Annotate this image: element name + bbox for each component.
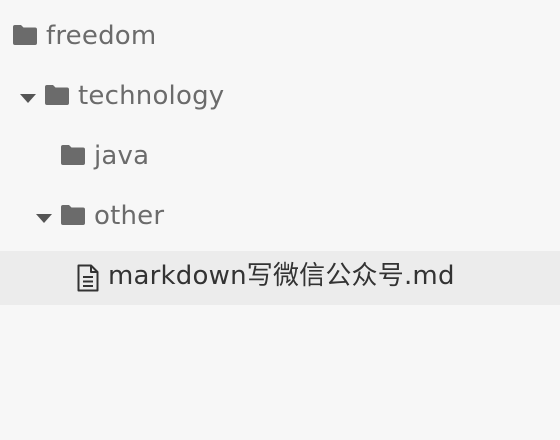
folder-icon [12,24,38,46]
tree-item-freedom[interactable]: freedom [0,8,560,68]
tree-item-label: markdown写微信公众号.md [108,261,455,291]
tree-item-java[interactable]: java [0,128,560,188]
tree-item-label: other [94,201,165,231]
tree-item-markdown-file[interactable]: markdown写微信公众号.md [0,251,560,305]
tree-item-label: technology [78,81,225,111]
folder-icon [60,204,86,226]
file-icon [76,264,100,292]
folder-icon [60,144,86,166]
chevron-down-icon[interactable] [36,214,52,223]
tree-item-technology[interactable]: technology [0,68,560,128]
file-tree: freedom technology java other markdown写微… [0,8,560,305]
tree-item-other[interactable]: other [0,188,560,248]
chevron-down-icon[interactable] [20,94,36,103]
tree-item-label: freedom [46,21,157,51]
folder-icon [44,84,70,106]
tree-item-label: java [94,141,150,171]
